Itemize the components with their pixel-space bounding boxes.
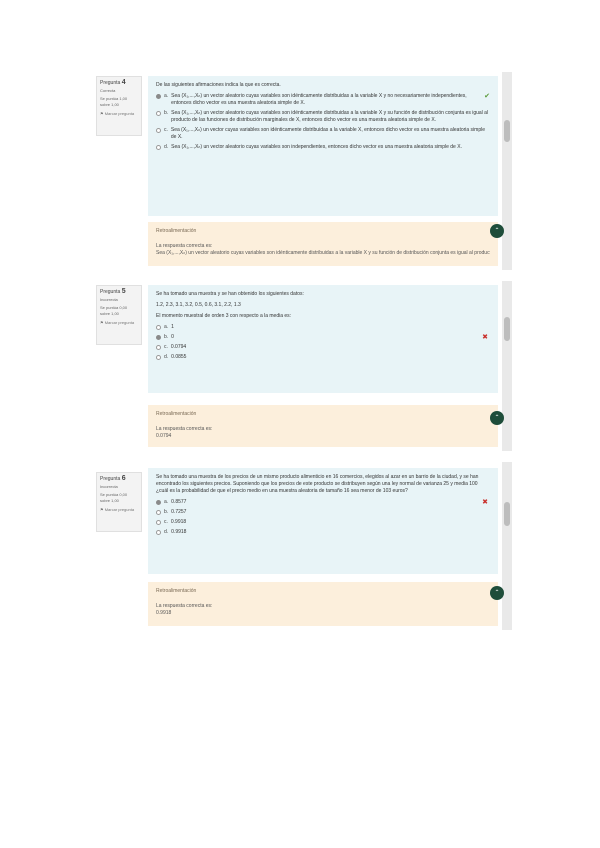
check-icon: ✔: [484, 93, 490, 100]
chevron-up-icon: ⌃: [494, 228, 500, 234]
scroll-top-button[interactable]: ⌃: [490, 586, 504, 600]
answer-option-d[interactable]: d. 0.0855: [156, 354, 490, 361]
radio-button[interactable]: [156, 325, 161, 330]
question-info: Pregunta 5 Incorrecta Se puntúa 0,00 sob…: [96, 285, 142, 345]
radio-button[interactable]: [156, 510, 161, 515]
answer-option-c[interactable]: c. Sea (X₁,...,Xₙ) un vector cuyas variab…: [156, 127, 490, 141]
flag-question-link[interactable]: ⚑ Marcar pregunta: [100, 111, 138, 117]
question-text: Se ha tomado una muestra y se han obteni…: [156, 291, 304, 297]
answer-option-d[interactable]: d. 0.9918: [156, 529, 490, 536]
radio-button[interactable]: [156, 520, 161, 525]
question-state: Incorrecta: [100, 484, 118, 489]
feedback-heading: Retroalimentación: [156, 588, 197, 594]
answer-option-a[interactable]: a. 1: [156, 324, 490, 331]
question-mark: Se puntúa 0,00 sobre 1,00: [100, 305, 128, 316]
scroll-top-button[interactable]: ⌃: [490, 411, 504, 425]
radio-button[interactable]: [156, 530, 161, 535]
radio-button[interactable]: [156, 500, 161, 505]
radio-button[interactable]: [156, 345, 161, 350]
question-text: De las siguientes afirmaciones indica la…: [156, 82, 281, 88]
scrollbar[interactable]: [502, 462, 512, 630]
answer-option-b[interactable]: b. Sea (X₁,...,Xₙ) un vector aleatorio cu…: [156, 110, 490, 124]
chevron-up-icon: ⌃: [494, 590, 500, 596]
sample-data: 1.2, 2.3, 3.1, 3.2, 0.5, 0.6, 3.1, 2.2, …: [156, 302, 241, 308]
screenshot-question-4: Pregunta 4 Correcta Se puntúa 1,00 sobre…: [92, 72, 512, 270]
question-mark: Se puntúa 1,00 sobre 1,00: [100, 96, 128, 107]
cross-icon: ✖: [482, 499, 488, 506]
question-number: Pregunta 5: [100, 288, 126, 295]
radio-button[interactable]: [156, 111, 161, 116]
cross-icon: ✖: [482, 334, 488, 341]
answer-option-c[interactable]: c. 0.0794: [156, 344, 490, 351]
question-text: Se ha tomado una muestra de los precios …: [156, 474, 479, 494]
question-number: Pregunta 4: [100, 79, 126, 86]
question-content: Se ha tomado una muestra de los precios …: [148, 468, 498, 574]
feedback-panel: Retroalimentación La respuesta correcta …: [148, 222, 504, 266]
question-number: Pregunta 6: [100, 475, 126, 482]
question-state: Correcta: [100, 88, 116, 93]
question-state: Incorrecta: [100, 297, 118, 302]
correct-answer-text: Sea (X₁,...,Xₙ) un vector aleatorio cuya…: [156, 250, 490, 256]
question-text-2: El momento muestral de orden 3 con respe…: [156, 313, 292, 319]
chevron-up-icon: ⌃: [494, 415, 500, 421]
question-content: Se ha tomado una muestra y se han obteni…: [148, 285, 498, 393]
question-mark: Se puntúa 0,00 sobre 1,00: [100, 492, 128, 503]
radio-button[interactable]: [156, 145, 161, 150]
radio-button[interactable]: [156, 128, 161, 133]
scroll-top-button[interactable]: ⌃: [490, 224, 504, 238]
correct-answer-label: La respuesta correcta es:: [156, 603, 213, 609]
feedback-heading: Retroalimentación: [156, 228, 197, 234]
answer-option-d[interactable]: d. Sea (X₁,...,Xₙ) un vector aleatorio cu…: [156, 144, 490, 151]
correct-answer-label: La respuesta correcta es:: [156, 243, 213, 249]
radio-button[interactable]: [156, 335, 161, 340]
answer-option-b[interactable]: b. 0 ✖: [156, 334, 490, 341]
screenshot-question-6: Pregunta 6 Incorrecta Se puntúa 0,00 sob…: [92, 462, 512, 630]
scroll-thumb[interactable]: [504, 120, 510, 142]
question-content: De las siguientes afirmaciones indica la…: [148, 76, 498, 216]
answer-option-b[interactable]: b. 0.7257: [156, 509, 490, 516]
scrollbar[interactable]: [502, 72, 512, 270]
feedback-panel: Retroalimentación La respuesta correcta …: [148, 582, 504, 626]
feedback-panel: Retroalimentación La respuesta correcta …: [148, 405, 504, 447]
radio-button[interactable]: [156, 94, 161, 99]
flag-question-link[interactable]: ⚑ Marcar pregunta: [100, 320, 138, 326]
answer-option-a[interactable]: a. Sea (X₁,...,Xₙ) un vector aleatorio cu…: [156, 93, 490, 107]
scrollbar[interactable]: [502, 281, 512, 451]
scroll-thumb[interactable]: [504, 317, 510, 341]
feedback-heading: Retroalimentación: [156, 411, 197, 417]
screenshot-question-5: Pregunta 5 Incorrecta Se puntúa 0,00 sob…: [92, 281, 512, 451]
correct-answer-label: La respuesta correcta es:: [156, 426, 213, 432]
question-info: Pregunta 6 Incorrecta Se puntúa 0,00 sob…: [96, 472, 142, 532]
radio-button[interactable]: [156, 355, 161, 360]
correct-answer-text: 0.0794: [156, 433, 172, 439]
correct-answer-text: 0.9918: [156, 610, 172, 616]
scroll-thumb[interactable]: [504, 502, 510, 526]
answer-option-a[interactable]: a. 0.8577 ✖: [156, 499, 490, 506]
flag-question-link[interactable]: ⚑ Marcar pregunta: [100, 507, 138, 513]
question-info: Pregunta 4 Correcta Se puntúa 1,00 sobre…: [96, 76, 142, 136]
answer-option-c[interactable]: c. 0.9918: [156, 519, 490, 526]
